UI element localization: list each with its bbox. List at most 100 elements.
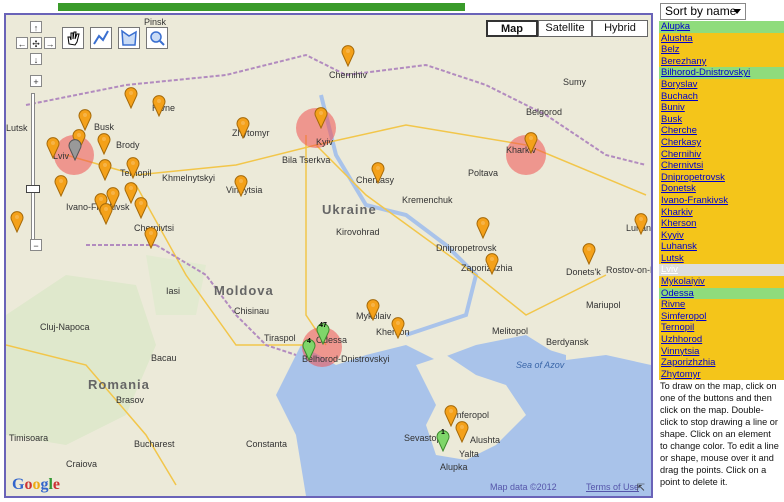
map-marker[interactable]	[582, 241, 596, 265]
map-marker[interactable]	[98, 157, 112, 181]
map-marker[interactable]	[134, 195, 148, 219]
map-marker[interactable]	[476, 215, 490, 239]
zoom-out-button[interactable]: −	[30, 239, 42, 251]
pan-down-button[interactable]: ↓	[30, 53, 42, 65]
map-type-satellite-button[interactable]: Satellite	[538, 20, 592, 37]
city-list-item[interactable]: Kharkiv	[659, 206, 784, 219]
city-list-item[interactable]: Belz	[659, 44, 784, 56]
pan-up-button[interactable]: ↑	[30, 21, 42, 33]
shape-tool-button[interactable]	[118, 27, 140, 49]
map-marker[interactable]	[485, 251, 499, 275]
city-list-item[interactable]: Zhytomyr	[659, 368, 784, 381]
map-marker[interactable]	[144, 225, 158, 249]
map-marker[interactable]	[341, 43, 355, 67]
map-marker[interactable]	[371, 160, 385, 184]
pan-center-button[interactable]: ✣	[30, 37, 42, 49]
label-city: Chisinau	[234, 306, 270, 316]
map-marker[interactable]	[234, 173, 248, 197]
map-marker-selected[interactable]	[68, 137, 82, 161]
city-list-item[interactable]: Busk	[659, 113, 784, 126]
label-city: Sumy	[563, 77, 587, 87]
zoom-slider[interactable]	[26, 93, 40, 243]
terms-of-use-link[interactable]: Terms of Use	[586, 482, 639, 492]
city-list-item[interactable]: Mykolaiyiv	[659, 276, 784, 288]
city-list-item[interactable]: Uzhhorod	[659, 334, 784, 346]
city-list-item[interactable]: Ivano-Frankivsk	[659, 194, 784, 207]
city-list-item[interactable]: Cherche	[659, 125, 784, 137]
map-marker[interactable]	[634, 211, 648, 235]
sort-select[interactable]: Sort by name	[660, 3, 746, 20]
chevron-down-icon	[733, 9, 741, 14]
city-list-item[interactable]: Buniv	[659, 102, 784, 114]
city-list: Alupka Alushta Belz Berezhany Bilhorod-Dnist…	[659, 21, 784, 381]
map-marker[interactable]	[391, 315, 405, 339]
label-city: Lutsk	[6, 123, 28, 133]
zoom-slider-handle[interactable]	[26, 185, 40, 193]
pan-right-button[interactable]: →	[44, 37, 56, 49]
label-city: Alupka	[440, 462, 468, 472]
label-city: Bucharest	[134, 439, 175, 449]
map-canvas[interactable]: Ukraine Moldova Romania Sea of Azov Pins…	[4, 13, 653, 498]
map-marker[interactable]	[124, 85, 138, 109]
city-list-item[interactable]: Boryslav	[659, 78, 784, 91]
label-city: Alushta	[470, 435, 501, 445]
zoom-in-button[interactable]: +	[30, 75, 42, 87]
map-type-hybrid-button[interactable]: Hybrid	[592, 20, 648, 37]
map-marker[interactable]	[524, 130, 538, 154]
label-city: Kremenchuk	[402, 195, 453, 205]
city-list-item[interactable]: Lviv	[659, 264, 784, 277]
city-list-item[interactable]: Berezhany	[659, 55, 784, 68]
map-marker[interactable]	[54, 173, 68, 197]
map-type-map-button[interactable]: Map	[486, 20, 538, 37]
map-marker[interactable]	[236, 115, 250, 139]
map-marker[interactable]	[46, 135, 60, 159]
marker-cluster-4[interactable]: 4	[302, 337, 316, 361]
city-list-item[interactable]: Odessa	[659, 287, 784, 300]
city-list-item[interactable]: Alupka	[659, 21, 784, 33]
map-marker[interactable]	[366, 297, 380, 321]
cluster-count: 47	[319, 322, 327, 329]
label-city: Chernihiv	[329, 70, 368, 80]
city-list-item[interactable]: Buchach	[659, 90, 784, 103]
city-list-item[interactable]: Chernihiv	[659, 148, 784, 161]
city-list-item[interactable]: Alushta	[659, 32, 784, 45]
city-list-item[interactable]: Dnipropetrovsk	[659, 171, 784, 184]
zoom-box-button[interactable]	[146, 27, 168, 49]
cluster-count: 1	[441, 429, 445, 436]
map-marker[interactable]	[99, 201, 113, 225]
label-city: Kyiv	[316, 137, 334, 147]
city-list-item[interactable]: Kherson	[659, 218, 784, 230]
city-list-item[interactable]: Vinnytsia	[659, 345, 784, 358]
map-marker[interactable]	[455, 419, 469, 443]
city-list-item[interactable]: Simferopol	[659, 310, 784, 323]
pan-left-button[interactable]: ←	[16, 37, 28, 49]
marker-cluster-47[interactable]: 47	[316, 321, 330, 345]
city-list-item[interactable]: Ternopil	[659, 322, 784, 335]
label-city: Melitopol	[492, 326, 529, 336]
shape-icon	[121, 29, 137, 46]
map-marker[interactable]	[126, 155, 140, 179]
hand-tool-button[interactable]	[62, 27, 84, 49]
map-marker[interactable]	[10, 209, 24, 233]
city-list-item[interactable]: Zaporizhzhia	[659, 357, 784, 369]
label-city: Donets'k	[566, 267, 601, 277]
city-list-item[interactable]: Luhansk	[659, 241, 784, 253]
map-marker[interactable]	[152, 93, 166, 117]
hand-icon	[67, 31, 80, 46]
city-list-item[interactable]: Donetsk	[659, 183, 784, 195]
marker-cluster-1[interactable]: 1	[436, 428, 450, 452]
label-city: Poltava	[468, 168, 499, 178]
city-list-item[interactable]: Kyyiv	[659, 229, 784, 242]
label-city: Cluj-Napoca	[40, 322, 90, 332]
label-city: Bila Tserkva	[282, 155, 331, 165]
map-marker[interactable]	[97, 131, 111, 155]
map-marker[interactable]	[314, 105, 328, 129]
city-list-item[interactable]: Chernivtsi	[659, 160, 784, 172]
resize-corner-icon[interactable]: ⇱	[637, 483, 645, 494]
line-tool-button[interactable]	[90, 27, 112, 49]
city-list-item[interactable]: Cherkasy	[659, 136, 784, 149]
city-list-item[interactable]: Lutsk	[659, 252, 784, 265]
label-romania: Romania	[88, 377, 150, 392]
city-list-item[interactable]: Bilhorod-Dnistrovskyi	[659, 67, 784, 79]
city-list-item[interactable]: Rivne	[659, 299, 784, 311]
